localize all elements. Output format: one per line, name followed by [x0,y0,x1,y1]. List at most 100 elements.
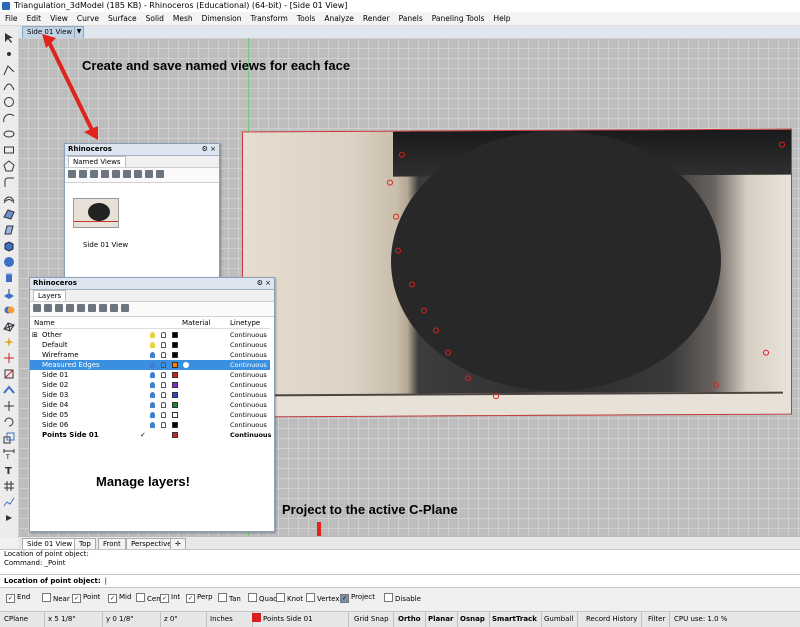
move-down-icon[interactable] [77,304,85,312]
lock-icon[interactable] [161,382,166,388]
split-icon[interactable] [3,368,15,380]
menu-transform[interactable]: Transform [246,12,292,25]
layer-row[interactable]: Points Side 01 ✓ Continuous [30,430,271,440]
menu-analyze[interactable]: Analyze [319,12,358,25]
delete-layer-icon[interactable] [55,304,63,312]
layer-linetype[interactable]: Continuous [230,400,267,410]
visibility-bulb-icon[interactable] [150,352,155,358]
material-icon[interactable] [183,362,189,368]
move-icon[interactable] [3,400,15,412]
menu-paneling-tools[interactable]: Paneling Tools [427,12,489,25]
layer-color-swatch[interactable] [172,372,178,378]
circle-icon[interactable] [3,96,15,108]
boolean-icon[interactable] [3,304,15,316]
scale-icon[interactable] [3,432,15,444]
animate-view-icon[interactable] [123,170,131,178]
visibility-bulb-icon[interactable] [150,412,155,418]
polyline-icon[interactable] [3,64,15,76]
analyze-icon[interactable] [3,496,15,508]
menu-surface[interactable]: Surface [103,12,141,25]
point-marker[interactable] [779,141,785,148]
column-name[interactable]: Name [34,318,55,328]
layer-row[interactable]: Side 04 Continuous [30,400,270,410]
lock-icon[interactable] [161,342,166,348]
checkbox-icon[interactable] [136,593,145,602]
new-layer-icon[interactable] [33,304,41,312]
layer-row[interactable]: Measured Edges Continuous [30,360,270,370]
visibility-bulb-icon[interactable] [150,422,155,428]
menu-solid[interactable]: Solid [141,12,168,25]
layer-linetype[interactable]: Continuous [230,340,267,350]
layer-linetype[interactable]: Continuous [230,390,267,400]
checkbox-icon[interactable] [42,593,51,602]
rectangle-icon[interactable] [3,144,15,156]
tools-icon[interactable] [110,304,118,312]
point-icon[interactable] [3,48,15,60]
polygon-icon[interactable] [3,160,15,172]
menu-view[interactable]: View [45,12,72,25]
mesh-icon[interactable] [3,320,15,332]
lock-icon[interactable] [161,412,166,418]
osnap-mid[interactable]: ✓ Mid [108,593,131,603]
point-marker[interactable] [433,327,439,334]
status-current-layer[interactable]: Points Side 01 [248,612,349,627]
layer-color-swatch[interactable] [172,422,178,428]
layer-color-swatch[interactable] [172,392,178,398]
osnap-knot[interactable]: Knot [276,593,303,603]
move-parent-icon[interactable] [88,304,96,312]
layer-row[interactable]: Wireframe Continuous [30,350,270,360]
point-marker[interactable] [399,151,405,158]
point-marker[interactable] [421,307,427,314]
lock-icon[interactable] [161,372,166,378]
edit-view-icon[interactable] [79,170,87,178]
lock-icon[interactable] [161,352,166,358]
osnap-perp[interactable]: ✓ Perp [186,593,213,603]
layer-row[interactable]: ⊞ Other Continuous [30,330,270,340]
checkbox-icon[interactable] [384,593,393,602]
panel-header-buttons[interactable]: ⚙ × [257,278,271,289]
osnap-end[interactable]: ✓ End [6,593,30,603]
visibility-bulb-icon[interactable] [150,392,155,398]
layer-linetype[interactable]: Continuous [230,430,271,440]
checkbox-icon[interactable]: ✓ [108,594,117,603]
visibility-bulb-icon[interactable] [150,372,155,378]
menu-edit[interactable]: Edit [22,12,46,25]
menu-dimension[interactable]: Dimension [197,12,246,25]
status-smarttrack[interactable]: SmartTrack [488,612,542,627]
point-marker[interactable] [409,281,415,288]
layer-color-swatch[interactable] [172,382,178,388]
lock-icon[interactable] [161,362,166,368]
layer-row[interactable]: Side 05 Continuous [30,410,270,420]
rotate-icon[interactable] [3,416,15,428]
osnap-cen[interactable]: Cen [136,593,161,603]
checkbox-icon[interactable]: ✓ [160,594,169,603]
status-osnap[interactable]: Osnap [456,612,490,627]
visibility-bulb-icon[interactable] [150,332,155,338]
grid-icon[interactable] [3,480,15,492]
restore-view-icon[interactable] [101,170,109,178]
layer-linetype[interactable]: Continuous [230,370,267,380]
panel-header-buttons[interactable]: ⚙ × [202,144,216,155]
select-arrow-icon[interactable] [3,32,15,44]
checkbox-icon[interactable] [248,593,257,602]
osnap-near[interactable]: Near [42,593,70,603]
cylinder-icon[interactable] [3,272,15,284]
checkbox-icon[interactable]: ✓ [340,594,349,603]
surface-icon[interactable] [3,208,15,220]
lock-icon[interactable] [161,402,166,408]
visibility-bulb-icon[interactable] [150,402,155,408]
layer-linetype[interactable]: Continuous [230,410,267,420]
new-sublayer-icon[interactable] [44,304,52,312]
status-ortho[interactable]: Ortho [394,612,426,627]
expand-toolbar-icon[interactable] [3,512,15,524]
checkbox-icon[interactable] [218,593,227,602]
show-view-icon[interactable] [134,170,142,178]
layer-color-swatch[interactable] [172,342,178,348]
point-marker[interactable] [395,247,401,254]
text-icon[interactable]: T [3,464,15,476]
checkbox-icon[interactable]: ✓ [6,594,15,603]
status-planar[interactable]: Planar [424,612,459,627]
column-linetype[interactable]: Linetype [230,318,260,328]
status-record-history[interactable]: Record History [582,612,643,627]
explode-icon[interactable] [3,336,15,348]
